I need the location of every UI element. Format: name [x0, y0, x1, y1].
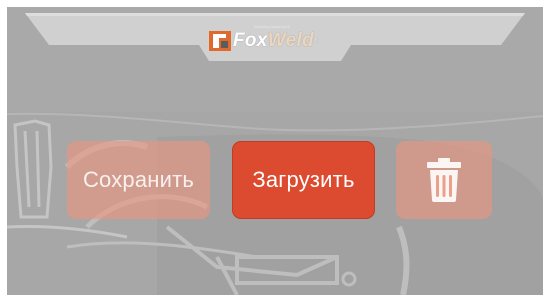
logo-brand-part2: Weld [267, 30, 314, 51]
trash-icon [427, 158, 461, 202]
load-button-label: Загрузить [252, 167, 355, 192]
logo-registered-mark: ® [313, 38, 319, 44]
save-button[interactable]: Сохранить [67, 141, 210, 219]
delete-button[interactable] [396, 141, 492, 219]
foxweld-logo-icon [209, 31, 231, 51]
logo-tagline: Welding Machines [254, 24, 290, 29]
save-button-label: Сохранить [82, 167, 195, 192]
device-screen: Welding Machines FoxWeld® Сохранить Загр… [7, 7, 543, 295]
load-button[interactable]: Загрузить [232, 141, 375, 219]
logo-brand-part1: Fox [233, 30, 268, 51]
logo-wordmark: FoxWeld® [233, 30, 319, 52]
foxweld-logo: Welding Machines FoxWeld® [209, 24, 357, 56]
